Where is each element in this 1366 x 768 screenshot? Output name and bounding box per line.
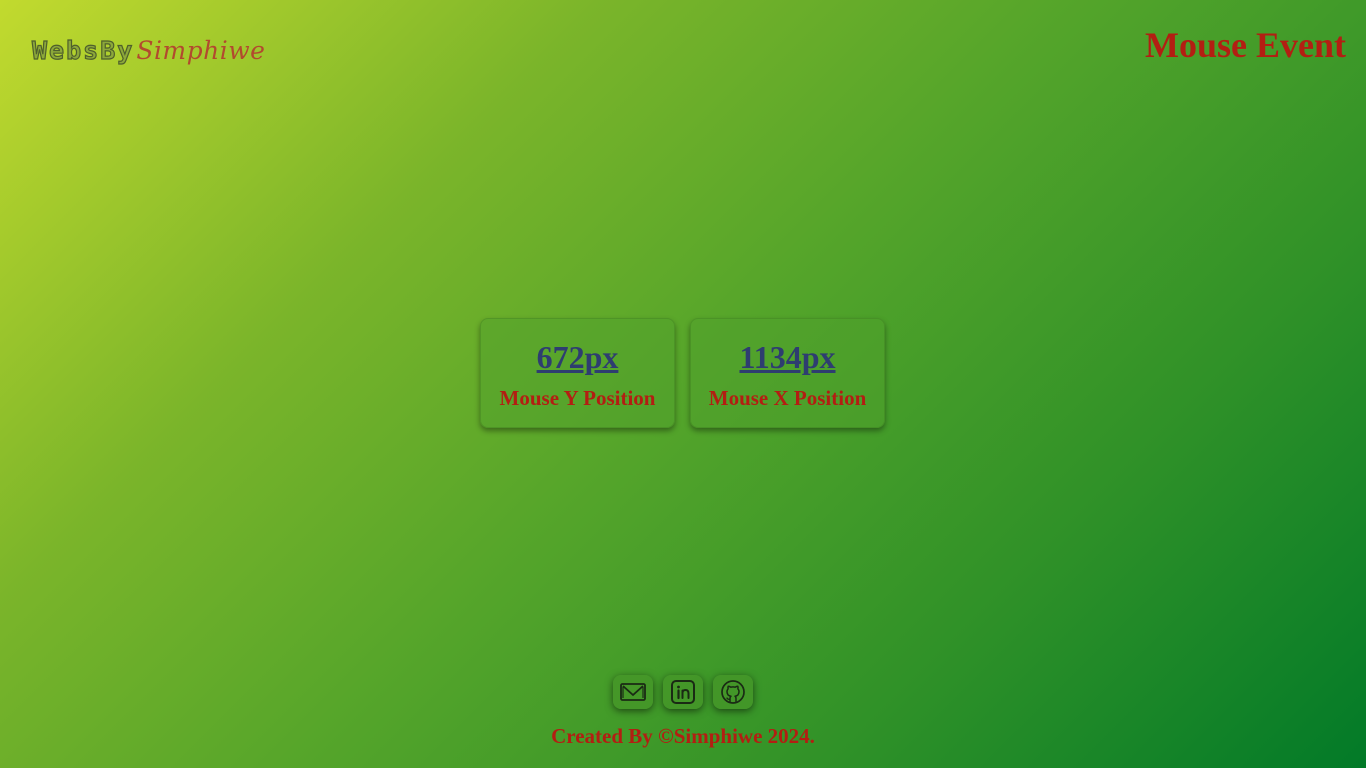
mouse-y-label: Mouse Y Position (499, 386, 656, 410)
github-icon (721, 680, 745, 704)
github-link[interactable] (713, 675, 753, 709)
mouse-x-card: 1134px Mouse X Position (690, 318, 885, 428)
logo-main-text: WebsBy (31, 35, 135, 65)
linkedin-link[interactable] (663, 675, 703, 709)
logo: WebsBy Simphiwe (31, 35, 266, 76)
mouse-y-value: 672px (536, 339, 619, 375)
gmail-icon (620, 683, 646, 701)
email-link[interactable] (613, 675, 653, 709)
footer-credit: Created By ©Simphiwe 2024. (551, 724, 815, 748)
linkedin-icon (671, 680, 695, 704)
mouse-x-value: 1134px (739, 339, 836, 375)
logo-script-text: Simphiwe (136, 36, 266, 65)
social-links (613, 675, 753, 709)
position-cards: 672px Mouse Y Position 1134px Mouse X Po… (480, 318, 885, 428)
mouse-x-label: Mouse X Position (708, 386, 867, 410)
page-title: Mouse Event (1145, 25, 1346, 65)
mouse-y-card: 672px Mouse Y Position (480, 318, 675, 428)
